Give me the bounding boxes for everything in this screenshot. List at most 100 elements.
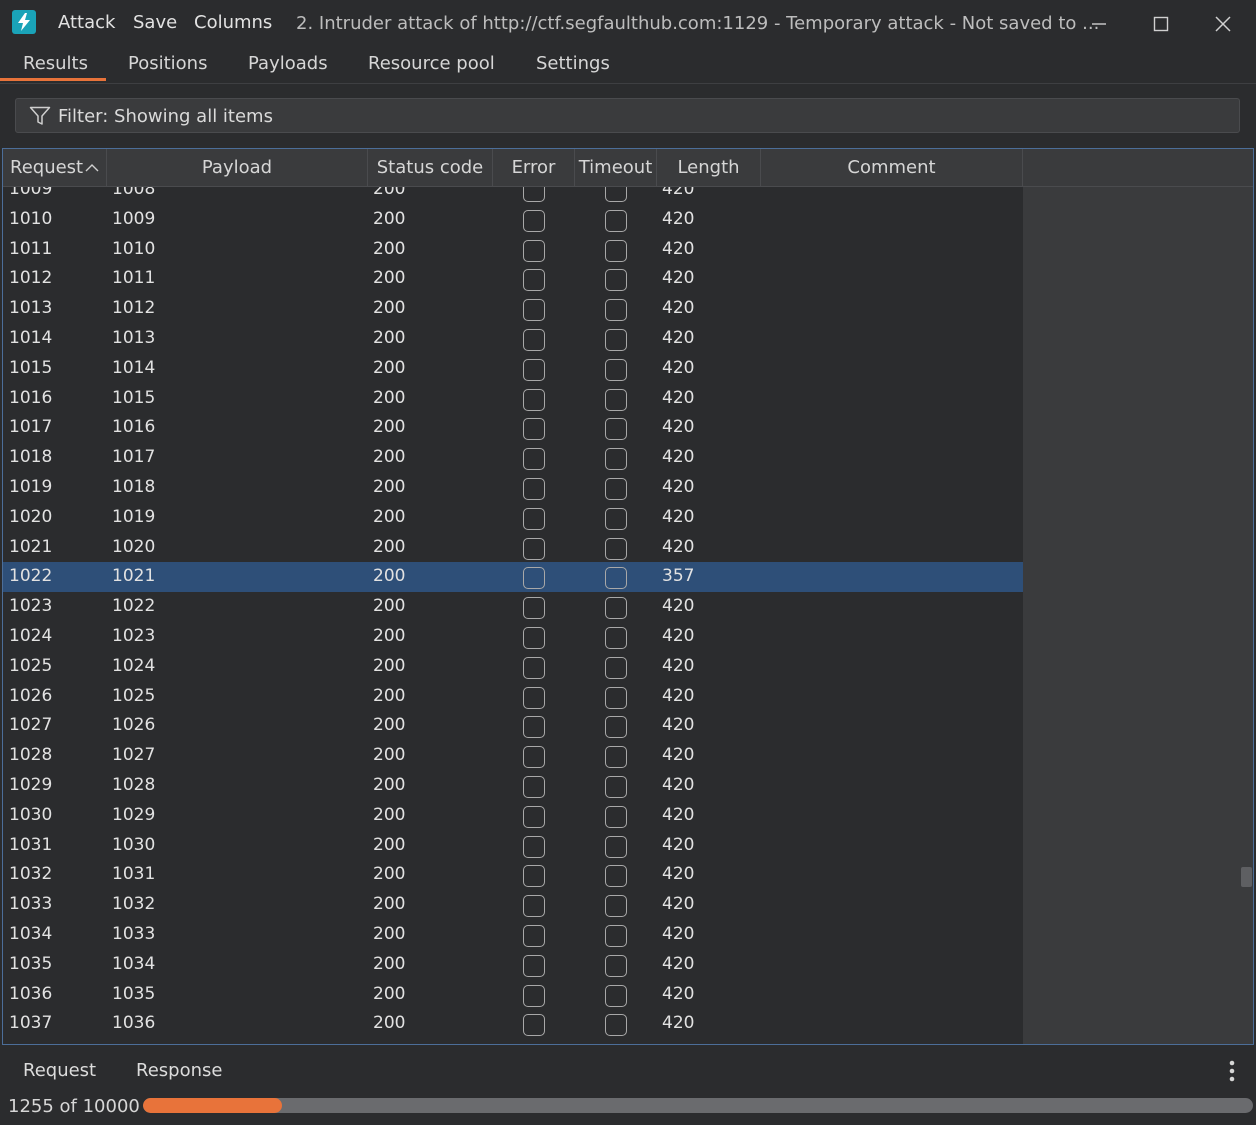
menu-attack[interactable]: Attack xyxy=(58,12,115,33)
error-checkbox xyxy=(523,626,545,649)
progress-bar xyxy=(143,1098,1253,1113)
tab-results[interactable]: Results xyxy=(23,53,88,74)
cell-payload: 1032 xyxy=(112,894,156,915)
table-row[interactable]: 1019 1018 200 420 xyxy=(3,473,1023,503)
table-row[interactable]: 1022 1021 200 357 xyxy=(3,562,1023,593)
cell-payload: 1015 xyxy=(112,387,156,408)
cell-status-code: 200 xyxy=(373,327,406,348)
more-vertical-icon[interactable] xyxy=(1222,1058,1242,1086)
table-row[interactable]: 1020 1019 200 420 xyxy=(3,503,1023,533)
cell-payload: 1028 xyxy=(112,774,156,795)
table-row[interactable]: 1015 1014 200 420 xyxy=(3,354,1023,384)
table-row[interactable]: 1029 1028 200 420 xyxy=(3,771,1023,801)
cell-request: 1013 xyxy=(9,298,53,319)
table-row[interactable]: 1034 1033 200 420 xyxy=(3,920,1023,950)
cell-request: 1022 xyxy=(9,566,53,587)
column-header-request[interactable]: Request xyxy=(3,149,107,187)
tab-resource-pool[interactable]: Resource pool xyxy=(368,53,495,74)
cell-status-code: 200 xyxy=(373,387,406,408)
table-row[interactable]: 1011 1010 200 420 xyxy=(3,235,1023,265)
error-checkbox xyxy=(523,537,545,560)
table-row[interactable]: 1031 1030 200 420 xyxy=(3,831,1023,861)
maximize-button[interactable] xyxy=(1145,8,1177,40)
error-checkbox xyxy=(523,597,545,620)
timeout-checkbox xyxy=(605,954,627,977)
tab-request[interactable]: Request xyxy=(23,1060,96,1081)
table-row[interactable]: 1009 1008 200 420 xyxy=(3,187,1023,205)
cell-length: 420 xyxy=(662,596,695,617)
error-checkbox xyxy=(523,567,545,590)
table-row[interactable]: 1016 1015 200 420 xyxy=(3,384,1023,414)
cell-status-code: 200 xyxy=(373,208,406,229)
table-row[interactable]: 1018 1017 200 420 xyxy=(3,443,1023,473)
error-checkbox xyxy=(523,299,545,322)
column-header-length[interactable]: Length xyxy=(657,149,761,187)
timeout-checkbox xyxy=(605,865,627,888)
error-checkbox xyxy=(523,507,545,530)
cell-payload: 1036 xyxy=(112,1013,156,1034)
table-row[interactable]: 1032 1031 200 420 xyxy=(3,860,1023,890)
close-button[interactable] xyxy=(1207,8,1239,40)
table-row[interactable]: 1026 1025 200 420 xyxy=(3,682,1023,712)
cell-request: 1036 xyxy=(9,983,53,1004)
table-row[interactable]: 1013 1012 200 420 xyxy=(3,294,1023,324)
cell-payload: 1021 xyxy=(112,566,156,587)
timeout-checkbox xyxy=(605,269,627,292)
table-row[interactable]: 1012 1011 200 420 xyxy=(3,264,1023,294)
timeout-checkbox xyxy=(605,656,627,679)
filter-bar[interactable]: Filter: Showing all items xyxy=(15,98,1240,133)
minimize-icon xyxy=(1092,23,1106,25)
error-checkbox xyxy=(523,865,545,888)
tab-response[interactable]: Response xyxy=(136,1060,222,1081)
window-title: 2. Intruder attack of http://ctf.segfaul… xyxy=(296,13,1100,34)
column-header-error[interactable]: Error xyxy=(493,149,575,187)
table-row[interactable]: 1023 1022 200 420 xyxy=(3,592,1023,622)
tab-payloads[interactable]: Payloads xyxy=(248,53,328,74)
error-checkbox xyxy=(523,328,545,351)
cell-request: 1029 xyxy=(9,774,53,795)
cell-request: 1012 xyxy=(9,268,53,289)
column-header-comment[interactable]: Comment xyxy=(761,149,1023,187)
table-row[interactable]: 1030 1029 200 420 xyxy=(3,801,1023,831)
table-row[interactable]: 1010 1009 200 420 xyxy=(3,205,1023,235)
cell-request: 1032 xyxy=(9,864,53,885)
cell-request: 1023 xyxy=(9,596,53,617)
cell-status-code: 200 xyxy=(373,1013,406,1034)
table-row[interactable]: 1014 1013 200 420 xyxy=(3,324,1023,354)
cell-payload: 1018 xyxy=(112,476,156,497)
table-row[interactable]: 1017 1016 200 420 xyxy=(3,413,1023,443)
timeout-checkbox xyxy=(605,187,627,202)
table-row[interactable]: 1027 1026 200 420 xyxy=(3,711,1023,741)
menu-save[interactable]: Save xyxy=(133,12,177,33)
cell-status-code: 200 xyxy=(373,238,406,259)
tab-positions[interactable]: Positions xyxy=(128,53,207,74)
table-row[interactable]: 1037 1036 200 420 xyxy=(3,1009,1023,1039)
cell-payload: 1008 xyxy=(112,187,156,199)
table-row[interactable]: 1021 1020 200 420 xyxy=(3,533,1023,563)
column-header-payload[interactable]: Payload xyxy=(107,149,368,187)
cell-status-code: 200 xyxy=(373,953,406,974)
table-row[interactable]: 1036 1035 200 420 xyxy=(3,980,1023,1010)
cell-request: 1028 xyxy=(9,745,53,766)
tab-settings[interactable]: Settings xyxy=(536,53,610,74)
cell-request: 1035 xyxy=(9,953,53,974)
error-checkbox xyxy=(523,477,545,500)
error-checkbox xyxy=(523,835,545,858)
minimize-button[interactable] xyxy=(1083,8,1115,40)
table-row[interactable]: 1024 1023 200 420 xyxy=(3,622,1023,652)
column-header-timeout[interactable]: Timeout xyxy=(575,149,657,187)
table-row[interactable]: 1035 1034 200 420 xyxy=(3,950,1023,980)
menu-columns[interactable]: Columns xyxy=(194,12,272,33)
cell-status-code: 200 xyxy=(373,268,406,289)
timeout-checkbox xyxy=(605,984,627,1007)
cell-request: 1027 xyxy=(9,715,53,736)
progress-text: 1255 of 10000 xyxy=(8,1096,140,1117)
cell-length: 420 xyxy=(662,238,695,259)
table-row[interactable]: 1033 1032 200 420 xyxy=(3,890,1023,920)
table-row[interactable]: 1025 1024 200 420 xyxy=(3,652,1023,682)
table-row[interactable]: 1028 1027 200 420 xyxy=(3,741,1023,771)
column-header-status-code[interactable]: Status code xyxy=(368,149,493,187)
timeout-checkbox xyxy=(605,567,627,590)
scrollbar-thumb[interactable] xyxy=(1241,867,1252,887)
vertical-scrollbar[interactable] xyxy=(1240,187,1253,1044)
